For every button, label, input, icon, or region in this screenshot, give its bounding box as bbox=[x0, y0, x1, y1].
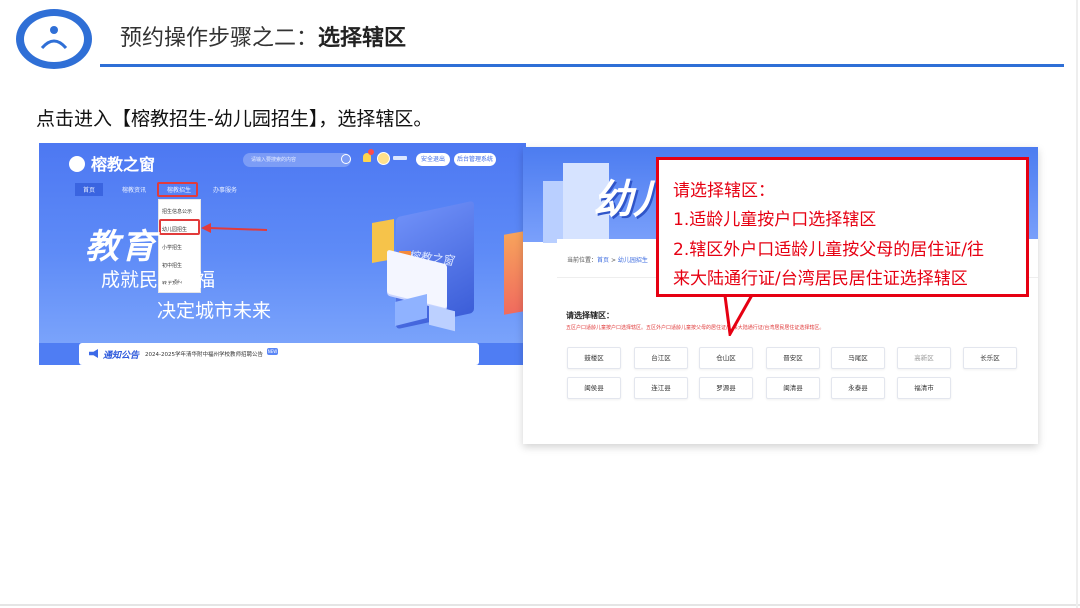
nav-services[interactable]: 办事服务 bbox=[213, 185, 237, 194]
user-name bbox=[393, 156, 407, 160]
kindergarten-highlight bbox=[159, 219, 200, 235]
hero-line-3: 决定城市未来 bbox=[157, 300, 272, 322]
district-taijiang[interactable]: 台江区 bbox=[634, 347, 688, 369]
district-heading: 请选择辖区： bbox=[566, 311, 614, 320]
search-icon[interactable] bbox=[341, 154, 351, 164]
district-yongtai[interactable]: 永泰县 bbox=[831, 377, 885, 399]
instruction-text: 点击进入【榕教招生-幼儿园招生】，选择辖区。 bbox=[36, 108, 433, 130]
notice-tag: 通知公告 bbox=[103, 351, 140, 361]
district-luoyuan[interactable]: 罗源县 bbox=[699, 377, 753, 399]
dropdown-item-info[interactable]: 招生信息公示 bbox=[162, 208, 192, 215]
portal-screenshot: 榕教之窗 请输入要搜索的内容 安全退出 后台管理系统 首页 榕教资讯 榕教招生 … bbox=[39, 143, 526, 365]
portal-logo-icon bbox=[69, 156, 85, 172]
district-changle[interactable]: 长乐区 bbox=[963, 347, 1017, 369]
nav-news[interactable]: 榕教资讯 bbox=[122, 185, 146, 194]
breadcrumb-current: 幼儿园招生 bbox=[617, 257, 648, 264]
notification-badge bbox=[368, 149, 374, 155]
district-mawei[interactable]: 马尾区 bbox=[831, 347, 885, 369]
callout-rule-1: 1.适龄儿童按户口选择辖区 bbox=[673, 210, 877, 230]
district-note: 五区户口适龄儿童按户口选择辖区。五区外户口适龄儿童按父母的居住证/往来大陆通行证… bbox=[566, 325, 825, 331]
hero-line-2: 成就民生幸福 bbox=[101, 269, 216, 291]
page-border bbox=[1076, 0, 1078, 608]
district-minhou[interactable]: 闽侯县 bbox=[567, 377, 621, 399]
admin-button[interactable]: 后台管理系统 bbox=[454, 153, 496, 166]
district-minqing[interactable]: 闽清县 bbox=[766, 377, 820, 399]
district-cangshan[interactable]: 仓山区 bbox=[699, 347, 753, 369]
callout-rule-2-cont: 来大陆通行证/台湾居民居住证选择辖区 bbox=[673, 269, 968, 289]
district-jinan[interactable]: 晋安区 bbox=[766, 347, 820, 369]
hero-title: 教育 bbox=[85, 227, 157, 267]
dropdown-item-primary[interactable]: 小学招生 bbox=[162, 244, 182, 251]
red-arrow-icon bbox=[201, 223, 268, 233]
callout-box: 请选择辖区： 1.适龄儿童按户口选择辖区 2.辖区外户口适龄儿童按父母的居住证/… bbox=[656, 157, 1029, 297]
logout-button[interactable]: 安全退出 bbox=[416, 153, 450, 166]
district-gulou[interactable]: 鼓楼区 bbox=[567, 347, 621, 369]
district-fuqing[interactable]: 福清市 bbox=[897, 377, 951, 399]
portal-logo[interactable]: 榕教之窗 bbox=[69, 151, 155, 175]
illustration-bars bbox=[504, 231, 524, 315]
district-gaoxin[interactable]: 高新区 bbox=[897, 347, 951, 369]
school-logo bbox=[12, 6, 96, 72]
notice-link[interactable]: 2024-2025学年清华附中福州学校教师招聘公告 bbox=[145, 350, 263, 358]
district-lianjiang[interactable]: 连江县 bbox=[634, 377, 688, 399]
avatar-icon[interactable] bbox=[377, 152, 390, 165]
nav-enrollment-highlight bbox=[157, 182, 198, 197]
nav-home[interactable]: 首页 bbox=[75, 183, 104, 196]
callout-rule-2: 2.辖区外户口适龄儿童按父母的居住证/往 bbox=[673, 240, 984, 260]
slide-title: 预约操作步骤之二：选择辖区 bbox=[120, 26, 407, 51]
breadcrumb: 当前位置：首页 > 幼儿园招生 bbox=[567, 257, 648, 264]
callout-title: 请选择辖区： bbox=[673, 181, 775, 201]
new-badge: NEW bbox=[267, 348, 278, 355]
title-divider bbox=[100, 64, 1064, 67]
page-border bbox=[0, 604, 1080, 606]
portal-search-input[interactable]: 请输入要搜索的内容 bbox=[243, 153, 351, 167]
breadcrumb-home[interactable]: 首页 bbox=[597, 257, 609, 264]
